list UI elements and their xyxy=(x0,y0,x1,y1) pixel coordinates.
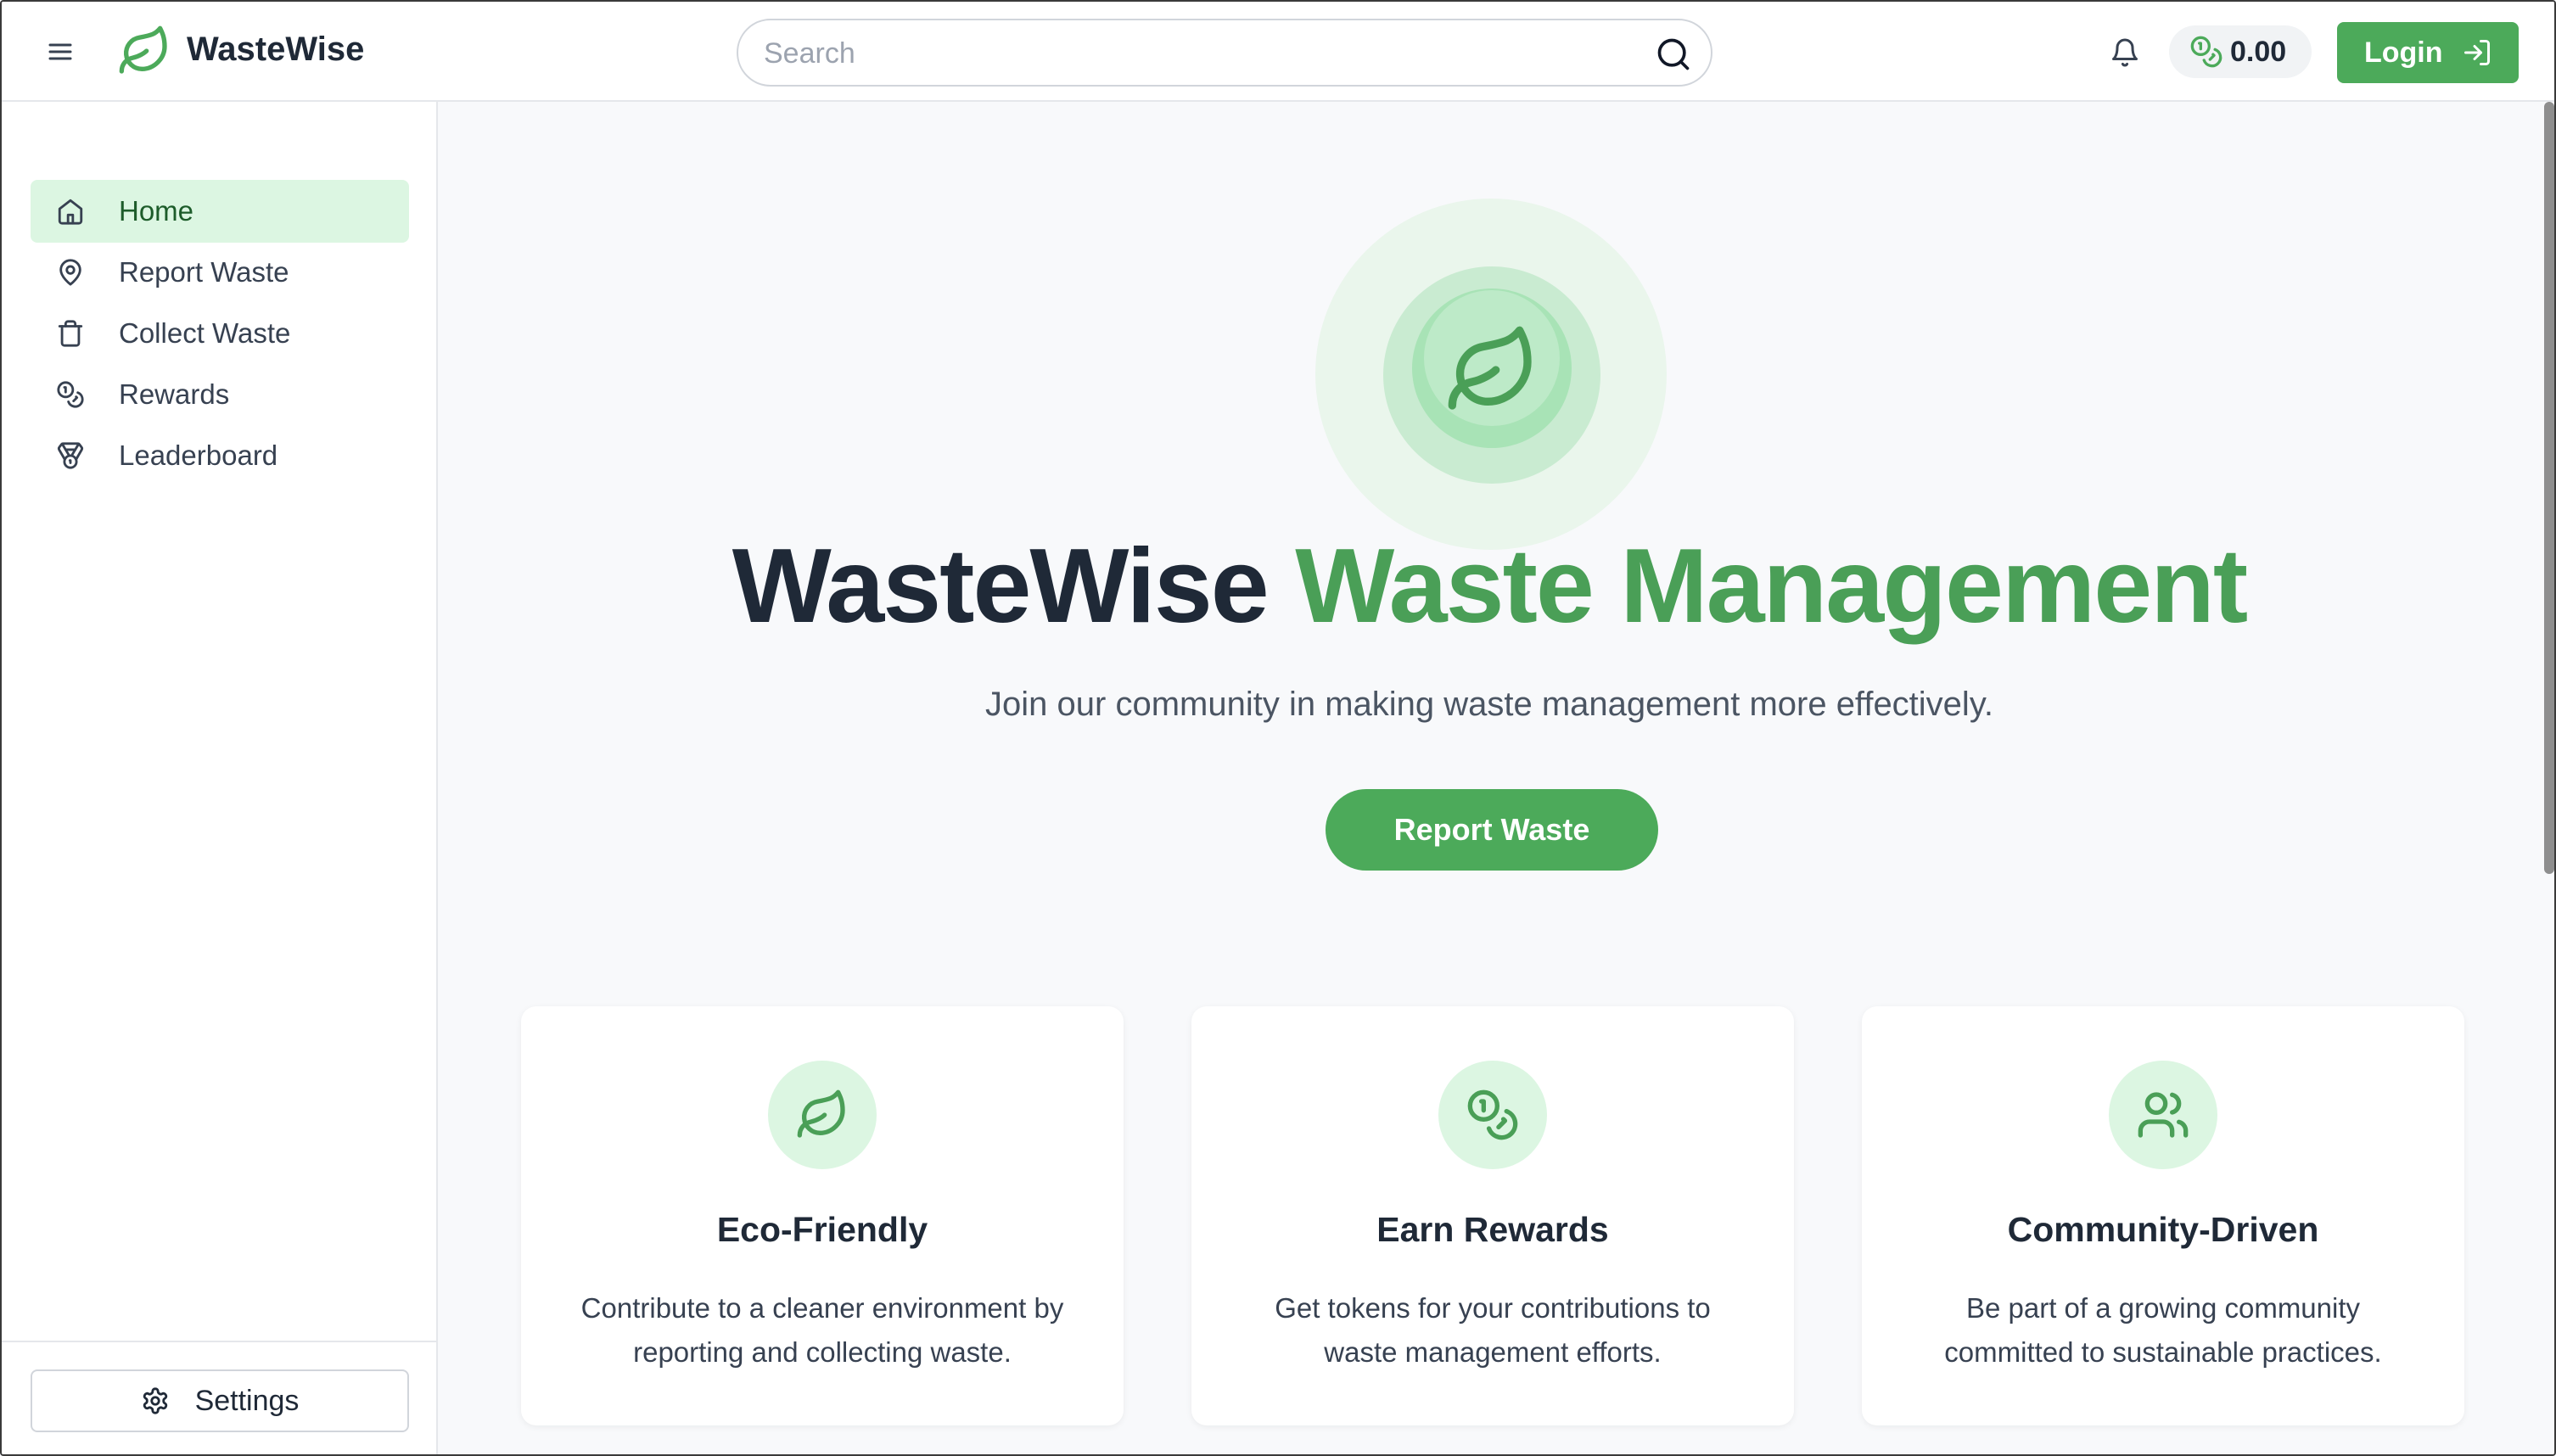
feature-description: Get tokens for your contributions to was… xyxy=(1275,1292,1711,1368)
users-icon xyxy=(2138,1092,2189,1138)
coins-icon xyxy=(1467,1089,1518,1140)
sidebar: Home Report Waste Collect Waste Rewards … xyxy=(2,102,438,1454)
feature-description: Be part of a growing community committed… xyxy=(1944,1292,2382,1368)
sidebar-item-report-waste[interactable]: Report Waste xyxy=(31,241,409,304)
sidebar-footer: Settings xyxy=(2,1341,436,1454)
feature-icon-badge xyxy=(768,1061,877,1169)
gear-icon xyxy=(143,1387,167,1414)
search-input[interactable] xyxy=(764,32,1612,75)
login-button[interactable]: Login xyxy=(2337,22,2519,83)
leaf-logo-icon[interactable] xyxy=(117,24,171,78)
search-icon[interactable] xyxy=(1655,36,1692,73)
sidebar-item-rewards[interactable]: Rewards xyxy=(31,363,409,426)
sidebar-item-label: Collect Waste xyxy=(119,317,291,349)
leaf-icon xyxy=(1448,326,1532,410)
trash-icon xyxy=(58,320,83,347)
top-header: WasteWise 0.00 Login xyxy=(2,2,2554,102)
sidebar-item-label: Leaderboard xyxy=(119,440,278,471)
app-window: WasteWise 0.00 Login xyxy=(0,0,2556,1456)
feature-card-rewards: Earn Rewards Get tokens for your contrib… xyxy=(1191,1006,1794,1425)
feature-icon-badge xyxy=(2109,1061,2217,1169)
feature-icon-badge xyxy=(1438,1061,1547,1169)
search-bar xyxy=(737,19,1712,87)
brand-name[interactable]: WasteWise xyxy=(187,31,364,69)
log-in-icon xyxy=(2464,40,2490,65)
sidebar-item-label: Rewards xyxy=(119,378,230,410)
hero-title-main: WasteWise xyxy=(731,528,1270,645)
leaf-icon xyxy=(797,1089,845,1138)
menu-icon[interactable] xyxy=(46,37,75,66)
medal-icon xyxy=(57,442,84,469)
hero-title-accent: Waste Management xyxy=(1295,528,2248,645)
sidebar-item-label: Home xyxy=(119,195,194,227)
hero-subtitle: Join our community in making waste manag… xyxy=(985,686,1993,723)
report-waste-button[interactable]: Report Waste xyxy=(1326,789,1658,871)
sidebar-item-label: Report Waste xyxy=(119,256,289,288)
coins-icon xyxy=(57,381,84,408)
balance-value: 0.00 xyxy=(2230,35,2287,68)
scrollbar[interactable] xyxy=(2541,102,2554,1454)
login-label: Login xyxy=(2364,36,2443,69)
hero-title: WasteWise Waste Management xyxy=(438,526,2541,647)
feature-title: Eco-Friendly xyxy=(716,1210,928,1249)
map-pin-icon xyxy=(59,259,81,286)
settings-button[interactable]: Settings xyxy=(31,1369,409,1432)
feature-description: Contribute to a cleaner environment by r… xyxy=(580,1292,1064,1368)
scrollbar-thumb[interactable] xyxy=(2544,102,2554,874)
balance-badge[interactable]: 0.00 xyxy=(2169,25,2312,78)
feature-title: Community-Driven xyxy=(2007,1210,2319,1249)
settings-label: Settings xyxy=(194,1384,300,1417)
sidebar-item-home[interactable]: Home xyxy=(31,180,409,243)
feature-card-eco: Eco-Friendly Contribute to a cleaner env… xyxy=(521,1006,1124,1425)
sidebar-item-collect-waste[interactable]: Collect Waste xyxy=(31,302,409,365)
feature-title: Earn Rewards xyxy=(1376,1210,1609,1249)
home-icon xyxy=(58,199,83,225)
feature-card-community: Community-Driven Be part of a growing co… xyxy=(1862,1006,2464,1425)
coins-icon xyxy=(2190,36,2222,68)
sidebar-item-leaderboard[interactable]: Leaderboard xyxy=(31,424,409,487)
bell-icon[interactable] xyxy=(2110,36,2140,70)
